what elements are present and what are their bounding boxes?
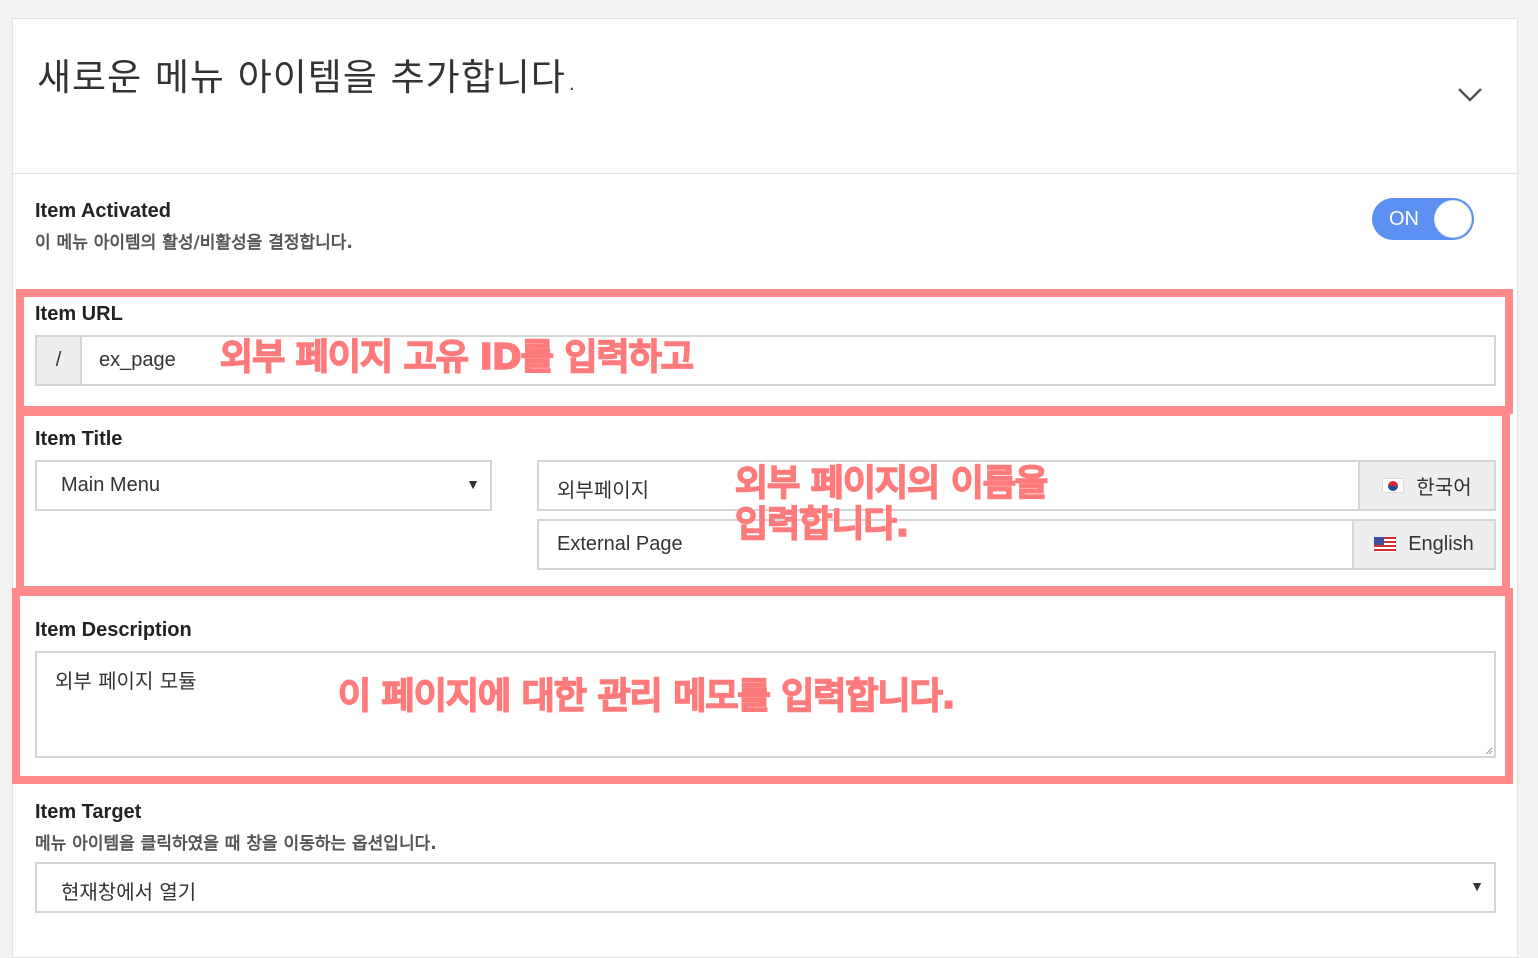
toggle-knob [1434,200,1472,238]
annotation-description: 이 페이지에 대한 관리 메모를 입력합니다. [337,675,956,718]
dropdown-caret-icon: ▼ [1470,878,1484,894]
panel-header: 새로운 메뉴 아이템을 추가합니다. [13,19,1517,174]
item-target-label: Item Target [35,801,142,823]
item-activated-toggle[interactable]: ON [1372,198,1474,240]
toggle-label: ON [1389,208,1419,230]
item-target-value: 현재창에서 열기 [61,880,197,904]
page-title: 새로운 메뉴 아이템을 추가합니다. [37,56,579,99]
annotation-title-line2: 입력합니다. [734,503,910,546]
annotation-url: 외부 페이지 고유 ID를 입력하고 [219,336,694,379]
item-activated-description: 이 메뉴 아이템의 활성/비활성을 결정합니다. [35,233,353,253]
item-target-select[interactable]: 현재창에서 열기 ▼ [35,862,1496,913]
item-target-description: 메뉴 아이템을 클릭하였을 때 창을 이동하는 옵션입니다. [35,834,437,854]
item-activated-label: Item Activated [35,200,171,222]
annotation-title-line1: 외부 페이지의 이름을 [734,462,1049,505]
chevron-down-icon[interactable] [1457,81,1483,107]
